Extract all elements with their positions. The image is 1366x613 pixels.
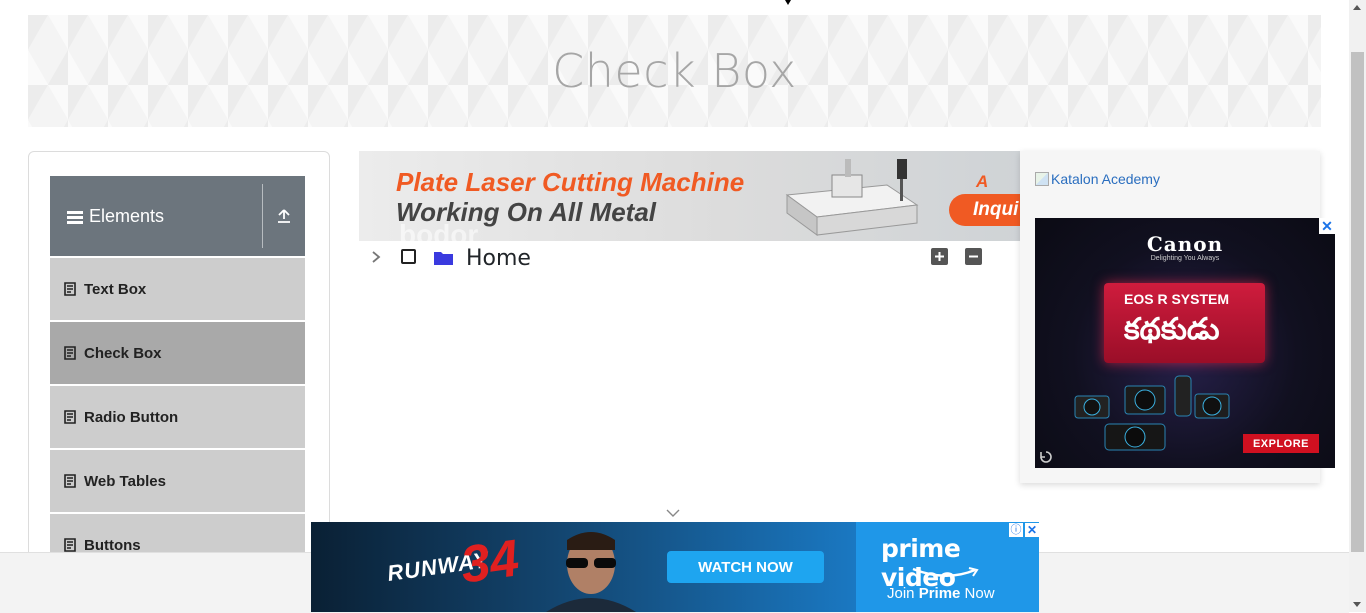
menu-item-text-box[interactable]: Text Box (50, 258, 305, 320)
folder-icon (434, 252, 453, 265)
collapse-button[interactable] (263, 176, 305, 256)
movie-title-number: 34 (457, 529, 523, 595)
join-suffix: Now (960, 585, 995, 602)
menu-item-label: Web Tables (84, 472, 166, 490)
prime-smile-logo (912, 567, 979, 577)
home-checkbox[interactable] (401, 249, 416, 264)
elements-group-label: Elements (89, 205, 165, 226)
mouse-cursor (785, 0, 791, 5)
adchoices-icon[interactable]: ⓘ (1009, 523, 1023, 537)
left-panel: Elements Text Box Check Box Radio Button… (28, 151, 330, 583)
menu-item-label: Buttons (84, 536, 141, 554)
scrollbar-thumb[interactable] (1351, 52, 1364, 552)
home-node-label[interactable]: Home (466, 246, 531, 271)
katalon-alt-text: Katalon Acedemy (1051, 171, 1160, 187)
replay-icon[interactable] (1038, 449, 1054, 465)
eos-system-label: EOS R SYSTEM (1124, 291, 1230, 307)
menu-item-web-tables[interactable]: Web Tables (50, 450, 305, 512)
broken-image-icon (1035, 172, 1049, 186)
join-brand: Prime (918, 585, 961, 602)
ad-subheadline: Working On All Metal (396, 197, 657, 227)
prime-video-logo: prime video (881, 534, 961, 592)
menu-item-label: Check Box (84, 344, 162, 362)
canon-brand: Canon (1146, 232, 1224, 256)
ad-headline: Plate Laser Cutting Machine (396, 167, 745, 197)
document-icon (64, 538, 76, 552)
menu-item-check-box[interactable]: Check Box (50, 322, 305, 384)
document-icon (64, 410, 76, 424)
canon-ad[interactable]: ✕ Canon Delighting You Always EOS R SYST… (1035, 218, 1335, 468)
telugu-title: కథకుడు (1124, 313, 1220, 346)
laser-cutting-ad-banner[interactable]: bodor Plate Laser Cutting Machine Workin… (359, 151, 1021, 241)
prime-video-ad[interactable]: RUNWAY 34 WATCH NOW prime video Join Pri… (311, 522, 1039, 612)
expand-chevron-icon[interactable] (370, 249, 382, 265)
join-prime-text: Join Prime Now (887, 585, 995, 602)
chevron-down-icon (666, 509, 680, 517)
scroll-down-arrow[interactable] (1353, 602, 1361, 607)
minus-icon (969, 255, 978, 258)
upload-icon (278, 209, 290, 223)
menu-item-label: Radio Button (84, 408, 179, 426)
document-icon (64, 474, 76, 488)
actor-portrait (546, 532, 636, 612)
collapse-all-button[interactable] (965, 248, 982, 265)
plus-icon (935, 252, 944, 261)
page-header-banner: Check Box (28, 15, 1321, 127)
hamburger-icon (67, 210, 83, 224)
vertical-scrollbar[interactable] (1349, 0, 1366, 612)
cameras-image (1074, 375, 1230, 451)
elements-group-header[interactable]: Elements (50, 176, 305, 256)
document-icon (64, 282, 76, 296)
checkbox-tree: Home (366, 244, 1006, 276)
close-icon[interactable]: ✕ (1025, 523, 1039, 537)
explore-button[interactable]: EXPLORE (1243, 434, 1319, 453)
menu-list: Text Box Check Box Radio Button Web Tabl… (50, 256, 305, 576)
expand-all-button[interactable] (931, 248, 948, 265)
katalon-ad-link[interactable]: Katalon Acedemy (1035, 171, 1160, 187)
ad-inquiry-button[interactable]: Inqui (949, 194, 1021, 226)
join-prefix: Join (887, 585, 919, 602)
menu-item-label: Text Box (84, 280, 147, 298)
laser-machine-image (785, 159, 919, 236)
canon-tagline: Delighting You Always (1150, 255, 1220, 262)
scroll-up-arrow[interactable] (1353, 5, 1361, 10)
watch-now-button[interactable]: WATCH NOW (667, 551, 824, 583)
document-icon (64, 346, 76, 360)
canon-promo-box: EOS R SYSTEM కథకుడు (1104, 283, 1265, 363)
elements-group-title[interactable]: Elements (50, 176, 262, 256)
page-title: Check Box (552, 44, 797, 98)
menu-item-radio-button[interactable]: Radio Button (50, 386, 305, 448)
